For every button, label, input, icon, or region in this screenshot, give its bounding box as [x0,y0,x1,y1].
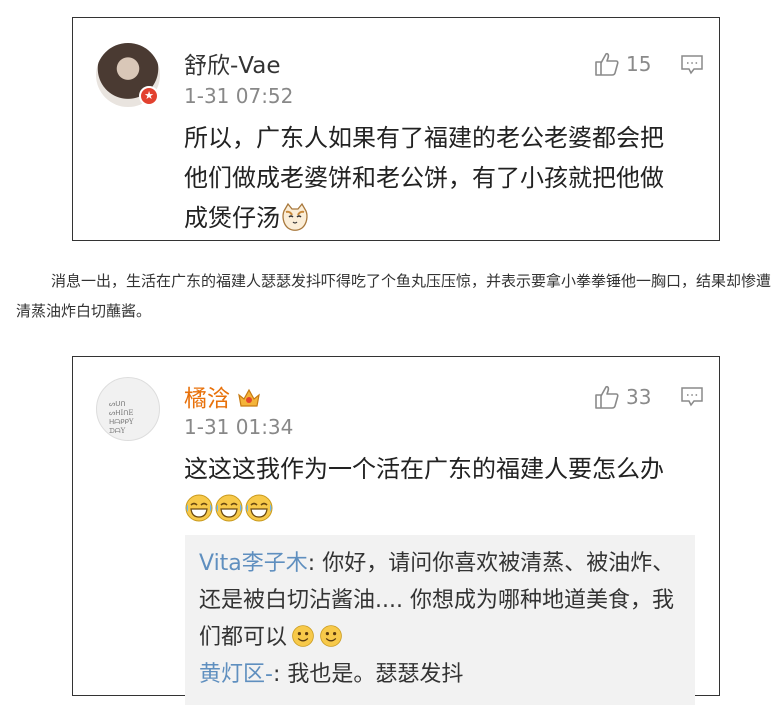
like-button[interactable]: 15 [594,51,651,77]
comment-icon[interactable] [681,387,703,407]
comment-body: 这这这我作为一个活在广东的福建人要怎么办 [184,449,684,529]
reply-item: 黄灯区-: 我也是。瑟瑟发抖 [199,656,681,693]
reply-username[interactable]: 黄灯区- [199,662,273,687]
smile-face-icon [320,625,342,647]
v-badge-icon: ★ [139,86,159,106]
comment-username[interactable]: 橘浛 [184,379,262,413]
reply-item: Vita李子木: 你好，请问你喜欢被清蒸、被油炸、还是被白切沾酱油.... 你想… [199,545,681,656]
comment-text: 这这这我作为一个活在广东的福建人要怎么办 [184,455,664,483]
crown-badge-icon [238,388,260,407]
avatar-text: ᔕᑌᑎ ᔕᕼIᑎE ᕼᗩᑭᑭY ᗪᗩY [109,400,134,435]
cat-face-icon [282,202,308,231]
reply-text: : 我也是。瑟瑟发抖 [272,662,464,687]
weibo-comment-card: ★ 舒欣-Vae 1-31 07:52 15 所以，广东人如果有了福建的老公老婆… [72,17,720,241]
thumbs-up-icon [595,52,619,76]
username-text: 橘浛 [184,386,230,412]
like-count: 33 [626,385,652,409]
article-paragraph: 消息一出，生活在广东的福建人瑟瑟发抖吓得吃了个鱼丸压压惊，并表示要拿小拳拳锤他一… [16,272,772,320]
like-count: 15 [626,52,652,76]
reply-thread: Vita李子木: 你好，请问你喜欢被清蒸、被油炸、还是被白切沾酱油.... 你想… [185,535,695,705]
laugh-cry-icon [215,494,243,522]
like-button[interactable]: 33 [594,384,651,410]
comment-body: 所以，广东人如果有了福建的老公老婆都会把他们做成老婆饼和老公饼，有了小孩就把他做… [184,118,684,238]
user-avatar[interactable]: ᔕᑌᑎ ᔕᕼIᑎE ᕼᗩᑭᑭY ᗪᗩY [96,377,160,441]
comment-username[interactable]: 舒欣-Vae [184,46,281,80]
smile-face-icon [292,625,314,647]
weibo-comment-card: ᔕᑌᑎ ᔕᕼIᑎE ᕼᗩᑭᑭY ᗪᗩY 橘浛 1-31 01:34 33 这这这… [72,356,720,705]
thumbs-up-icon [595,385,619,409]
comment-timestamp: 1-31 07:52 [184,84,294,108]
laugh-cry-icon [185,494,213,522]
reply-username[interactable]: Vita李子木 [199,551,308,576]
comment-timestamp: 1-31 01:34 [184,415,294,439]
comment-text: 所以，广东人如果有了福建的老公老婆都会把他们做成老婆饼和老公饼，有了小孩就把他做… [184,124,664,232]
laugh-cry-icon [245,494,273,522]
comment-icon[interactable] [681,55,703,75]
